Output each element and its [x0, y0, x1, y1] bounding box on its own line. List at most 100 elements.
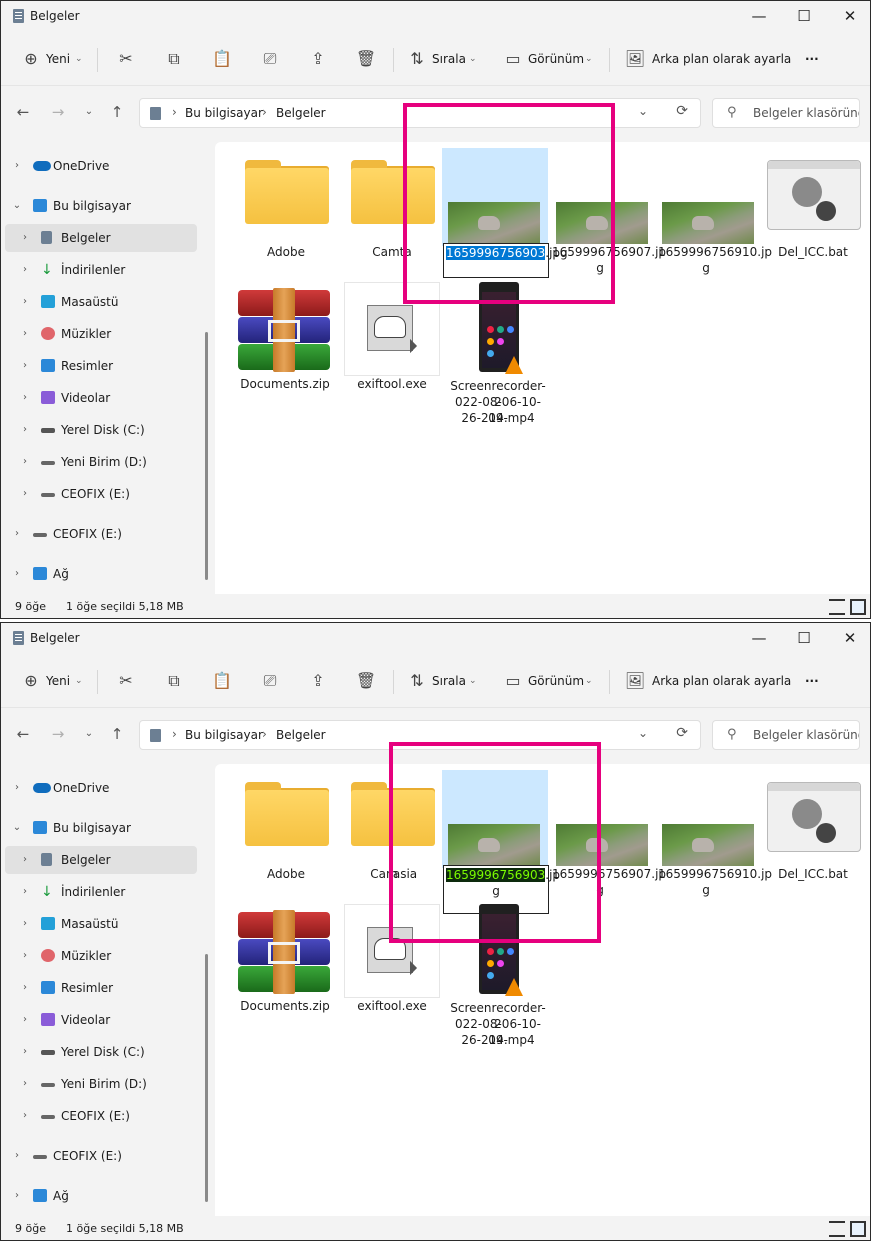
details-view-icon[interactable]: [829, 1221, 845, 1237]
back-icon[interactable]: ←: [11, 722, 35, 746]
sidebar-item-downloads[interactable]: › ↓ İndirilenler: [5, 878, 197, 906]
set-background-button[interactable]: Arka plan olarak ayarla: [652, 668, 791, 694]
new-button[interactable]: Yeni: [46, 46, 70, 72]
file-item-adobe[interactable]: Adobe: [238, 156, 334, 266]
share-icon[interactable]: ⇪: [306, 48, 330, 70]
chevron-right-icon[interactable]: ›: [19, 942, 31, 970]
sidebar-item-network[interactable]: › Ağ: [5, 560, 197, 588]
chevron-right-icon[interactable]: ›: [19, 1038, 31, 1066]
file-item-photo-910[interactable]: 1659996756910.jp g: [658, 156, 772, 286]
chevron-right-icon[interactable]: ›: [19, 256, 31, 284]
file-item-bat[interactable]: Del_ICC.bat: [765, 156, 861, 266]
breadcrumb-documents[interactable]: Belgeler: [276, 106, 326, 120]
chevron-right-icon[interactable]: ›: [19, 448, 31, 476]
wallpaper-icon[interactable]: 🖼: [623, 48, 647, 70]
view-icon[interactable]: ▭: [501, 48, 525, 70]
sidebar-item-downloads[interactable]: › ↓ İndirilenler: [5, 256, 197, 284]
sort-icon[interactable]: ⇅: [405, 48, 429, 70]
more-options-button[interactable]: ···: [805, 46, 819, 72]
sidebar-item-this-pc[interactable]: ⌄ Bu bilgisayar: [5, 814, 197, 842]
chevron-down-icon[interactable]: ⌄: [469, 46, 477, 72]
chevron-right-icon[interactable]: ›: [19, 480, 31, 508]
breadcrumb-separator-icon[interactable]: ›: [172, 727, 177, 741]
sidebar-item-music[interactable]: › Müzikler: [5, 942, 197, 970]
sidebar-item-videos[interactable]: › Videolar: [5, 1006, 197, 1034]
title-bar[interactable]: Belgeler — ☐ ✕: [1, 623, 870, 655]
file-item-zip[interactable]: Documents.zip: [215, 910, 355, 1020]
chevron-right-icon[interactable]: ›: [19, 416, 31, 444]
sort-button[interactable]: Sırala: [432, 46, 466, 72]
breadcrumb-separator-icon[interactable]: ›: [172, 105, 177, 119]
sidebar-item-drive-e[interactable]: › CEOFIX (E:): [5, 1102, 197, 1130]
file-item-mp4[interactable]: Screenrecorder-2 022-08-06-10-09- 26-214…: [450, 282, 546, 432]
chevron-down-icon[interactable]: ⌄: [585, 668, 593, 694]
chevron-down-icon[interactable]: ⌄: [638, 726, 648, 740]
forward-icon[interactable]: →: [46, 100, 70, 124]
sidebar-item-drive-e-root[interactable]: › CEOFIX (E:): [5, 520, 197, 548]
title-bar[interactable]: Belgeler — ☐ ✕: [1, 1, 870, 33]
forward-icon[interactable]: →: [46, 722, 70, 746]
chevron-right-icon[interactable]: ›: [11, 1142, 23, 1170]
large-icons-view-icon[interactable]: [850, 599, 866, 615]
sidebar-scrollbar[interactable]: [205, 332, 208, 580]
copy-icon[interactable]: ⧉: [162, 670, 186, 692]
plus-icon[interactable]: ⊕: [19, 670, 43, 692]
delete-icon[interactable]: 🗑: [354, 48, 378, 70]
file-item-bat[interactable]: Del_ICC.bat: [765, 778, 861, 888]
sidebar-item-drive-e[interactable]: › CEOFIX (E:): [5, 480, 197, 508]
chevron-right-icon[interactable]: ›: [19, 910, 31, 938]
sidebar-item-pictures[interactable]: › Resimler: [5, 352, 197, 380]
sidebar-item-this-pc[interactable]: ⌄ Bu bilgisayar: [5, 192, 197, 220]
large-icons-view-icon[interactable]: [850, 1221, 866, 1237]
chevron-right-icon[interactable]: ›: [11, 774, 23, 802]
sidebar-item-onedrive[interactable]: › OneDrive: [5, 774, 197, 802]
breadcrumb-documents[interactable]: Belgeler: [276, 728, 326, 742]
chevron-down-icon[interactable]: ⌄: [75, 46, 83, 72]
chevron-right-icon[interactable]: ›: [19, 1070, 31, 1098]
close-button[interactable]: ✕: [827, 1, 870, 33]
maximize-button[interactable]: ☐: [781, 1, 827, 33]
recent-locations-icon[interactable]: ⌄: [77, 722, 101, 746]
paste-icon[interactable]: 📋: [210, 670, 234, 692]
chevron-right-icon[interactable]: ›: [19, 384, 31, 412]
copy-icon[interactable]: ⧉: [162, 48, 186, 70]
minimize-button[interactable]: —: [736, 623, 782, 655]
cut-icon[interactable]: ✂: [114, 670, 138, 692]
sidebar-item-drive-e-root[interactable]: › CEOFIX (E:): [5, 1142, 197, 1170]
new-button[interactable]: Yeni: [46, 668, 70, 694]
plus-icon[interactable]: ⊕: [19, 48, 43, 70]
rename-icon[interactable]: ⎚: [258, 48, 282, 70]
chevron-down-icon[interactable]: ⌄: [11, 814, 23, 842]
sidebar-item-videos[interactable]: › Videolar: [5, 384, 197, 412]
cut-icon[interactable]: ✂: [114, 48, 138, 70]
sidebar-item-network[interactable]: › Ağ: [5, 1182, 197, 1210]
chevron-right-icon[interactable]: ›: [11, 152, 23, 180]
sidebar-item-drive-c[interactable]: › Yerel Disk (C:): [5, 416, 197, 444]
chevron-down-icon[interactable]: ⌄: [11, 192, 23, 220]
sidebar-item-documents[interactable]: › Belgeler: [5, 224, 197, 252]
sidebar-item-music[interactable]: › Müzikler: [5, 320, 197, 348]
chevron-right-icon[interactable]: ›: [19, 352, 31, 380]
view-button[interactable]: Görünüm: [528, 668, 584, 694]
chevron-right-icon[interactable]: ›: [11, 1182, 23, 1210]
sidebar-item-documents[interactable]: › Belgeler: [5, 846, 197, 874]
sort-button[interactable]: Sırala: [432, 668, 466, 694]
close-button[interactable]: ✕: [827, 623, 870, 655]
share-icon[interactable]: ⇪: [306, 670, 330, 692]
chevron-down-icon[interactable]: ⌄: [638, 104, 648, 118]
sidebar-item-desktop[interactable]: › Masaüstü: [5, 910, 197, 938]
sidebar-scrollbar[interactable]: [205, 954, 208, 1202]
chevron-down-icon[interactable]: ⌄: [585, 46, 593, 72]
maximize-button[interactable]: ☐: [781, 623, 827, 655]
chevron-down-icon[interactable]: ⌄: [469, 668, 477, 694]
chevron-right-icon[interactable]: ›: [19, 224, 31, 252]
sidebar-item-drive-d[interactable]: › Yeni Birim (D:): [5, 448, 197, 476]
view-button[interactable]: Görünüm: [528, 46, 584, 72]
back-icon[interactable]: ←: [11, 100, 35, 124]
minimize-button[interactable]: —: [736, 1, 782, 33]
wallpaper-icon[interactable]: 🖼: [623, 670, 647, 692]
breadcrumb-this-pc[interactable]: Bu bilgisayar: [185, 106, 263, 120]
search-box[interactable]: ⚲ Belgeler klasöründ...: [712, 720, 860, 750]
more-options-button[interactable]: ···: [805, 668, 819, 694]
breadcrumb-this-pc[interactable]: Bu bilgisayar: [185, 728, 263, 742]
